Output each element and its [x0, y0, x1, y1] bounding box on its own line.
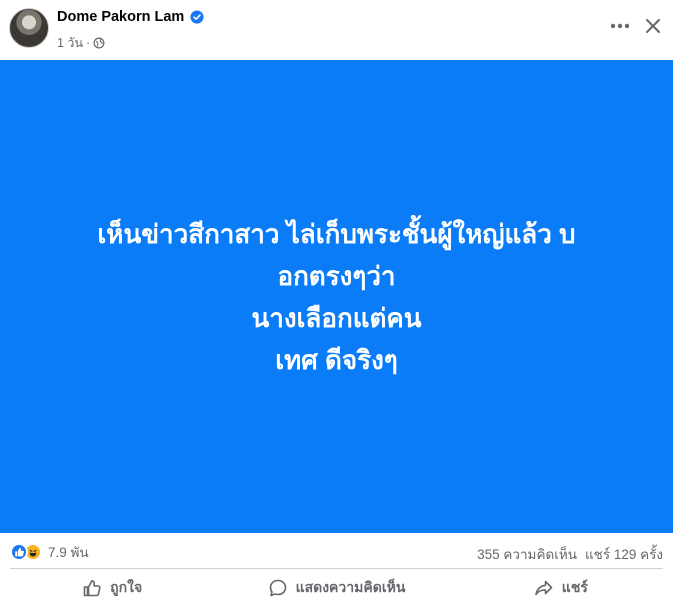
divider: [10, 568, 663, 569]
post-text-line: อกตรงๆว่า: [277, 260, 396, 291]
globe-icon: [93, 37, 105, 49]
close-button[interactable]: [640, 13, 666, 39]
comment-count[interactable]: 355 ความคิดเห็น: [477, 543, 577, 565]
post-time[interactable]: 1 วัน: [57, 33, 83, 53]
action-bar: ถูกใจ แสดงความคิดเห็น แชร์: [0, 570, 673, 606]
more-options-button[interactable]: [607, 13, 633, 39]
meta-separator: ·: [86, 36, 91, 50]
post-meta: 1 วัน ·: [57, 33, 105, 53]
post-text-line: เทศ ดีจริงๆ: [275, 344, 398, 375]
share-arrow-icon: [534, 580, 553, 596]
post-header: Dome Pakorn Lam 1 วัน ·: [0, 0, 673, 60]
like-reaction-icon: [10, 543, 28, 561]
like-label: ถูกใจ: [110, 579, 143, 595]
verified-badge-icon: [190, 10, 204, 24]
author-name[interactable]: Dome Pakorn Lam: [57, 9, 184, 25]
post-text: เห็นข่าวสีกาสาว ไล่เก็บพระชั้นผู้ใหญ่แล้…: [17, 213, 657, 381]
post-stats: 7.9 พัน 355 ความคิดเห็น แชร์ 129 ครั้ง: [0, 533, 673, 569]
engagement-counts: 355 ความคิดเห็น แชร์ 129 ครั้ง: [477, 543, 663, 565]
comment-bubble-icon: [269, 579, 286, 597]
post-content[interactable]: เห็นข่าวสีกาสาว ไล่เก็บพระชั้นผู้ใหญ่แล้…: [0, 60, 673, 533]
comment-button[interactable]: แสดงความคิดเห็น: [224, 570, 448, 606]
like-button[interactable]: ถูกใจ: [0, 570, 224, 606]
close-icon: [646, 19, 660, 33]
share-label: แชร์: [561, 579, 588, 595]
share-count[interactable]: แชร์ 129 ครั้ง: [585, 543, 663, 565]
author-row: Dome Pakorn Lam: [57, 9, 204, 25]
post-text-line: นางเลือกแต่คน: [251, 302, 422, 333]
share-button[interactable]: แชร์: [449, 570, 673, 606]
post-text-line: เห็นข่าวสีกาสาว ไล่เก็บพระชั้นผู้ใหญ่แล้…: [97, 218, 576, 249]
comment-label: แสดงความคิดเห็น: [295, 579, 406, 595]
reactions-summary[interactable]: 7.9 พัน: [10, 541, 89, 563]
avatar[interactable]: [9, 8, 49, 48]
more-dots-icon: [610, 23, 630, 29]
reaction-count: 7.9 พัน: [48, 545, 89, 560]
thumbs-up-icon: [83, 580, 101, 597]
